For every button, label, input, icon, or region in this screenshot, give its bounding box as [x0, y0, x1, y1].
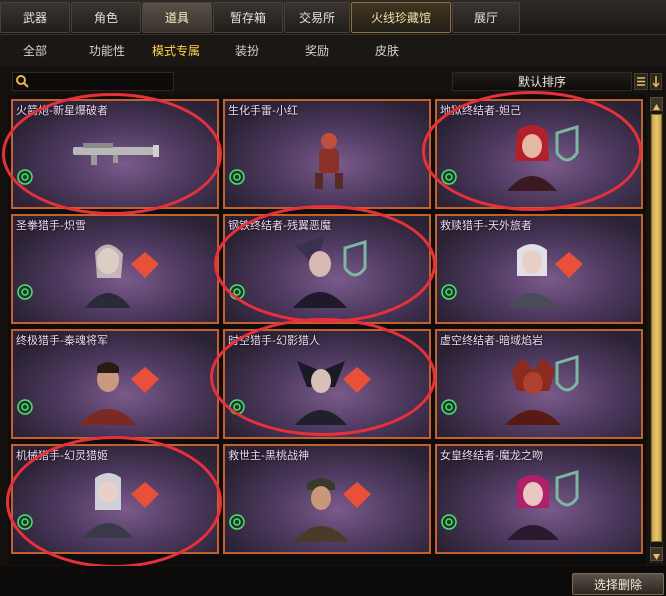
mode-badge-icon — [229, 399, 245, 415]
sort-order-icon[interactable] — [650, 73, 662, 90]
rocket-launcher-icon — [73, 143, 159, 165]
item-card[interactable]: 火箭炮-新星爆破者 — [11, 99, 219, 209]
mode-badge-icon — [441, 284, 457, 300]
item-card[interactable]: 机械猎手-幻灵猎姬 — [11, 444, 219, 554]
item-card[interactable]: 生化手雷-小红 — [223, 99, 431, 209]
top-tab-bar: 武器 角色 道具 暂存箱 交易所 火线珍藏馆 展厅 — [0, 0, 666, 35]
subtab-costume[interactable]: 装扮 — [222, 40, 272, 60]
character-portrait-icon — [83, 473, 159, 538]
item-card[interactable]: 终极猎手-秦魂将军 — [11, 329, 219, 439]
subtab-functional[interactable]: 功能性 — [78, 40, 136, 60]
mode-badge-icon — [229, 169, 245, 185]
subtab-rewards[interactable]: 奖励 — [292, 40, 342, 60]
sort-dropdown[interactable]: 默认排序 — [452, 72, 632, 91]
mode-badge-icon — [441, 399, 457, 415]
search-input[interactable] — [33, 74, 171, 89]
mode-badge-icon — [17, 169, 33, 185]
item-card[interactable]: 虚空终结者-暗域焰岩 — [435, 329, 643, 439]
tab-exchange[interactable]: 交易所 — [284, 2, 350, 33]
mode-badge-icon — [441, 169, 457, 185]
character-portrait-icon — [293, 478, 371, 542]
bottom-bar — [0, 566, 666, 596]
item-card[interactable]: 女皇终结者-魔龙之吻 — [435, 444, 643, 554]
list-icon[interactable] — [634, 73, 648, 90]
item-card[interactable]: 时空猎手-幻影猎人 — [223, 329, 431, 439]
character-portrait-icon — [79, 362, 159, 425]
search-icon — [16, 75, 29, 88]
item-card[interactable]: 救世主-黑桃战神 — [223, 444, 431, 554]
mode-badge-icon — [229, 284, 245, 300]
character-portrait-icon — [507, 469, 579, 540]
item-card[interactable]: 地狱终结者-妲己 — [435, 99, 643, 209]
tab-storage[interactable]: 暂存箱 — [213, 2, 283, 33]
mode-badge-icon — [17, 514, 33, 530]
grenade-character-icon — [315, 133, 343, 189]
item-card[interactable]: 钢铁终结者-残翼恶魔 — [223, 214, 431, 324]
scroll-up-icon[interactable] — [650, 97, 663, 111]
tab-showroom[interactable]: 展厅 — [452, 2, 520, 33]
character-portrait-icon — [295, 361, 371, 425]
character-portrait-icon — [293, 236, 367, 308]
character-portrait-icon — [85, 244, 159, 308]
scrollbar-thumb[interactable] — [651, 114, 662, 542]
search-box[interactable] — [12, 72, 174, 91]
mode-badge-icon — [17, 284, 33, 300]
mode-badge-icon — [229, 514, 245, 530]
subtab-skins[interactable]: 皮肤 — [362, 40, 412, 60]
scroll-down-icon[interactable] — [650, 547, 663, 561]
item-card[interactable]: 救赎猎手-天外旅者 — [435, 214, 643, 324]
sort-label: 默认排序 — [517, 75, 566, 89]
mode-badge-icon — [17, 399, 33, 415]
sub-tab-bar: 全部 功能性 模式专属 装扮 奖励 皮肤 — [0, 35, 666, 65]
character-portrait-icon — [507, 124, 579, 191]
tab-characters[interactable]: 角色 — [71, 2, 141, 33]
subtab-mode-exclusive[interactable]: 模式专属 — [146, 40, 206, 60]
character-portrait-icon — [507, 244, 583, 308]
subtab-all[interactable]: 全部 — [10, 40, 60, 60]
tab-weapons[interactable]: 武器 — [0, 2, 70, 33]
select-delete-button[interactable]: 选择删除 — [572, 573, 664, 595]
item-card[interactable]: 圣拳猎手-炽雪 — [11, 214, 219, 324]
mode-badge-icon — [441, 514, 457, 530]
tab-collection[interactable]: 火线珍藏馆 — [351, 2, 451, 33]
character-portrait-icon — [505, 354, 579, 425]
tab-items[interactable]: 道具 — [142, 2, 212, 33]
